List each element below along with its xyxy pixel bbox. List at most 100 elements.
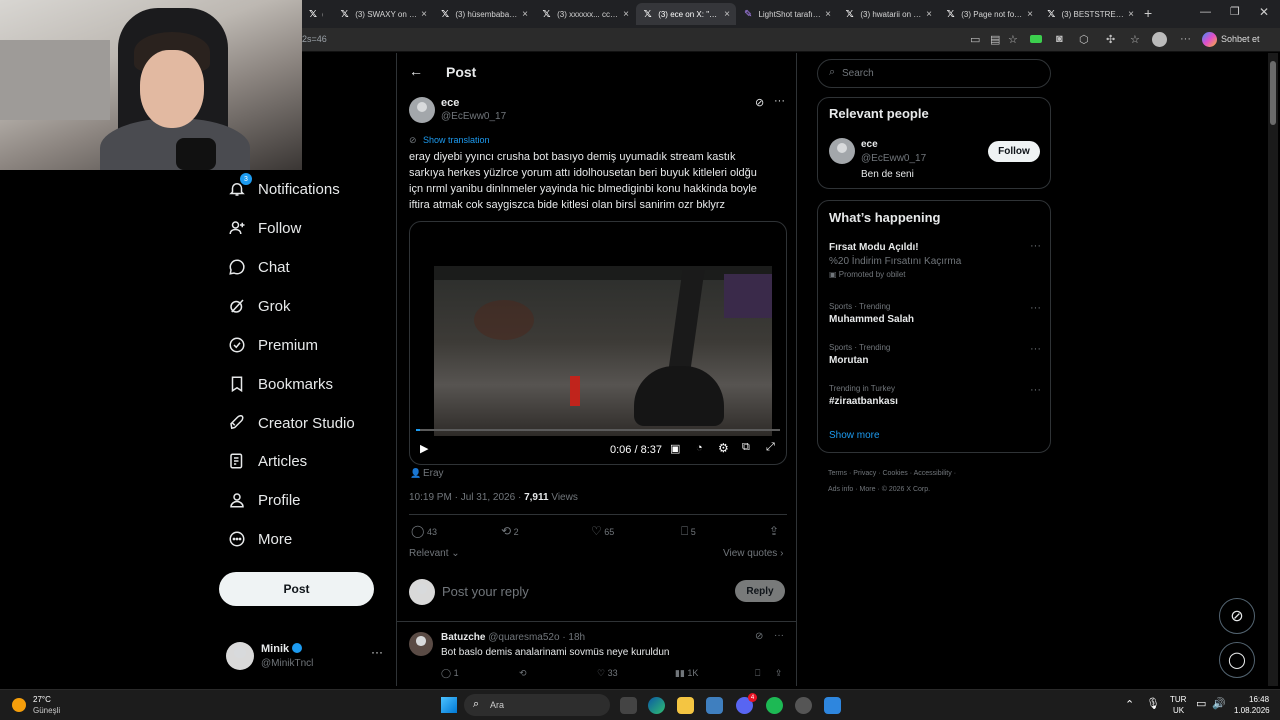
reply-avatar[interactable]	[409, 632, 433, 656]
post-timestamp[interactable]: 10:19 PM · Jul 31, 2026 ·	[409, 492, 521, 503]
more-dots-icon[interactable]: ···	[1030, 384, 1041, 396]
author-avatar[interactable]	[409, 97, 435, 123]
share-icon[interactable]: ⇪	[769, 524, 779, 538]
close-tab-icon[interactable]: ×	[619, 9, 629, 20]
reply-views-action[interactable]: ▮▮ 1K	[675, 668, 698, 679]
display-icon[interactable]: ▭	[1196, 697, 1206, 710]
browser-tab[interactable]: 𝕏 (3) xxxxxx... cccc c ×	[535, 3, 635, 25]
edge-icon[interactable]	[648, 697, 665, 714]
browser-tab[interactable]: ✎ LightShot tarafından×	[737, 3, 837, 25]
nav-follow[interactable]: Follow	[226, 213, 301, 243]
browser-tab[interactable]: 𝕏 (3) SWAXY on X: " ×	[333, 3, 433, 25]
extension-green-icon[interactable]	[1030, 35, 1042, 43]
more-dots-icon[interactable]: ···	[774, 95, 785, 107]
split-screen-icon[interactable]: ▭	[970, 33, 980, 46]
nav-chat[interactable]: Chat	[226, 252, 290, 282]
trend-item[interactable]: Trending in Turkey #ziraatbankası ···	[829, 384, 1041, 414]
scrollbar-thumb[interactable]	[1270, 61, 1276, 125]
footer-link-terms[interactable]: Terms	[828, 470, 847, 477]
language-uk[interactable]: UK	[1173, 706, 1184, 715]
video-player[interactable]: ▶ 0:06 / 8:37 ▣ ◔ ⚙ ⧉ ⤢	[409, 221, 787, 465]
minimize-button[interactable]: —	[1200, 6, 1211, 18]
speaker-icon[interactable]: 🔊	[1212, 697, 1226, 710]
file-explorer-icon[interactable]	[677, 697, 694, 714]
spotify-icon[interactable]	[766, 697, 783, 714]
weather-temp[interactable]: 27°C	[33, 695, 51, 704]
captions-icon[interactable]: ▣	[670, 442, 680, 455]
back-arrow-icon[interactable]: ←	[409, 63, 423, 79]
repost-icon[interactable]: ⟲	[519, 668, 527, 679]
tagged-user[interactable]: Eray	[423, 468, 444, 479]
more-menu-icon[interactable]: ···	[1180, 33, 1191, 45]
close-tab-icon[interactable]: ×	[922, 9, 932, 20]
video-progress-track[interactable]	[416, 429, 780, 431]
close-window-button[interactable]: ✕	[1259, 5, 1269, 19]
person-handle[interactable]: @EcEww0_17	[861, 153, 926, 164]
steam-icon[interactable]	[795, 697, 812, 714]
fullscreen-icon[interactable]: ⤢	[766, 441, 775, 454]
nav-grok[interactable]: Grok	[226, 291, 291, 321]
url-text[interactable]: 2s=46	[302, 34, 327, 44]
close-tab-icon[interactable]: ×	[1023, 9, 1033, 20]
reading-view-icon[interactable]: ▤	[990, 33, 1000, 46]
more-dots-icon[interactable]: ···	[1030, 343, 1041, 355]
clock-date[interactable]: 1.08.2026	[1234, 706, 1270, 715]
favorite-star-icon[interactable]: ☆	[1008, 33, 1018, 46]
nav-more[interactable]: More	[226, 524, 292, 554]
browser-tab[interactable]: 𝕏 (3) BESTSTREAME×	[1040, 3, 1140, 25]
view-quotes-link[interactable]: View quotes ›	[723, 548, 783, 559]
footer-link-accessibility[interactable]: Accessibility	[914, 470, 952, 477]
extension-icon[interactable]: ◙	[1056, 33, 1063, 45]
show-more-link[interactable]: Show more	[829, 430, 880, 441]
reply-button[interactable]: Reply	[735, 580, 785, 602]
language-tur[interactable]: TUR	[1170, 695, 1186, 704]
reply-reply-action[interactable]: ◯ 1	[441, 668, 459, 679]
more-dots-icon[interactable]: ···	[371, 645, 383, 659]
nav-notifications[interactable]: 3 Notifications	[226, 173, 340, 204]
new-tab-button[interactable]: +	[1144, 5, 1152, 21]
more-dots-icon[interactable]: ···	[1030, 240, 1041, 252]
repost-action[interactable]: ⟲ 2	[501, 524, 519, 538]
trend-item[interactable]: Fırsat Modu Açıldı! %20 İndirim Fırsatın…	[829, 240, 1041, 282]
close-tab-icon[interactable]: ×	[821, 9, 831, 20]
taskbar-search[interactable]: ⌕ Ara	[464, 694, 610, 716]
author-name[interactable]: ece	[441, 97, 459, 109]
close-tab-icon[interactable]: ×	[417, 9, 427, 20]
copilot-icon[interactable]	[1202, 32, 1217, 47]
weather-icon[interactable]	[12, 698, 26, 712]
trend-item[interactable]: Sports · Trending Morutan ···	[829, 343, 1041, 373]
browser-tab[interactable]: 𝕏 (3) Ch	[303, 3, 329, 25]
extension-icon-2[interactable]: ⬡	[1079, 33, 1089, 46]
nav-articles[interactable]: Articles	[226, 446, 307, 476]
more-dots-icon[interactable]: ···	[774, 630, 784, 641]
close-tab-icon[interactable]: ×	[720, 9, 730, 20]
search-box[interactable]: ⌕ Search	[817, 59, 1051, 88]
nav-profile[interactable]: Profile	[226, 485, 301, 515]
chevron-up-icon[interactable]: ⌃	[1125, 698, 1134, 711]
discord-icon[interactable]: 4	[736, 693, 757, 714]
like-action[interactable]: ♡ 65	[591, 524, 614, 538]
chat-float-button[interactable]: ◯	[1219, 642, 1255, 678]
reply-action[interactable]: ◯ 43	[411, 524, 437, 538]
settings-gear-icon[interactable]: ⚙	[718, 441, 729, 455]
bookmark-action[interactable]: ⎕ 5	[681, 524, 696, 539]
author-handle[interactable]: @EcEww0_17	[441, 111, 506, 122]
footer-link-cookies[interactable]: Cookies	[882, 470, 907, 477]
extensions-puzzle-icon[interactable]: ✣	[1106, 33, 1115, 46]
browser-tab[interactable]: 𝕏 (3) hwatarii on X: " ×	[838, 3, 938, 25]
footer-link-ads-info[interactable]: Ads info	[828, 486, 853, 493]
trend-item[interactable]: Sports · Trending Muhammed Salah ···	[829, 302, 1041, 332]
windows-start-icon[interactable]	[441, 697, 457, 713]
reply-author-name[interactable]: Batuzche	[441, 632, 485, 643]
close-tab-icon[interactable]: ×	[1124, 9, 1134, 20]
more-dots-icon[interactable]: ···	[1030, 302, 1041, 314]
nav-creator-studio[interactable]: Creator Studio	[226, 408, 355, 438]
clock-time[interactable]: 16:48	[1249, 695, 1269, 704]
reply-handle[interactable]: @quaresma52o · 18h	[488, 632, 585, 643]
footer-link-more[interactable]: More	[860, 486, 876, 493]
collections-icon[interactable]: ☆	[1130, 33, 1140, 46]
grok-icon[interactable]: ⊘	[755, 96, 764, 109]
lightshot-icon[interactable]	[824, 697, 841, 714]
reply-input[interactable]: Post your reply	[442, 584, 529, 599]
app-icon[interactable]	[706, 697, 723, 714]
